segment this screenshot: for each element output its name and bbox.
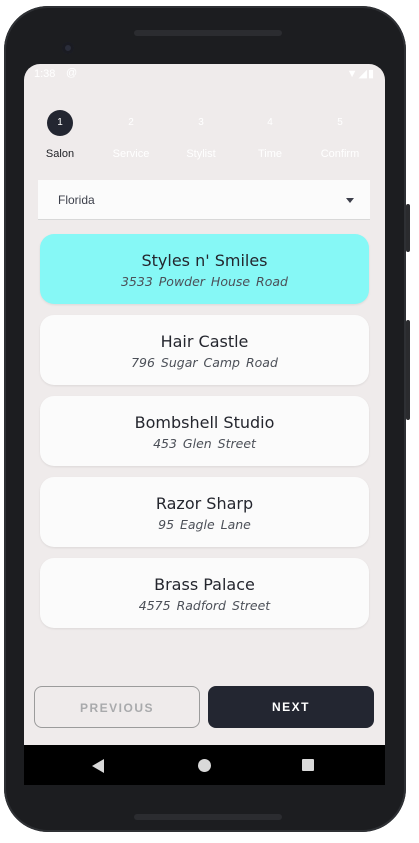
at-sign-icon: @ [66, 67, 78, 79]
salon-card[interactable]: Brass Palace 4575 Radford Street [40, 558, 369, 628]
back-triangle-icon[interactable] [92, 759, 104, 773]
step-label: Confirm [320, 148, 360, 160]
step-number: 4 [267, 117, 273, 128]
salon-card-selected[interactable]: Styles n' Smiles 3533 Powder House Road [40, 234, 369, 304]
salon-name: Brass Palace [154, 575, 255, 594]
step-label: Time [257, 148, 283, 160]
step-service[interactable]: 2 Service [96, 110, 166, 160]
salon-card[interactable]: Bombshell Studio 453 Glen Street [40, 396, 369, 466]
earpiece-speaker [134, 30, 282, 36]
app-screen: 1:38 @ ▼◢▮ 1 Salon 2 Service 3 Stylist 4… [24, 64, 385, 785]
step-confirm[interactable]: 5 Confirm [305, 110, 375, 160]
step-number: 2 [128, 117, 134, 128]
bottom-speaker [134, 814, 282, 820]
salon-name: Razor Sharp [155, 494, 254, 513]
system-navigation-bar [24, 745, 385, 785]
booking-stepper: 1 Salon 2 Service 3 Stylist 4 Time 5 Con… [24, 110, 385, 170]
location-select-value: Florida [58, 193, 95, 207]
step-label: Stylist [186, 148, 216, 160]
next-button[interactable]: NEXT [208, 686, 374, 728]
salon-address: 95 Eagle Lane [158, 517, 251, 532]
salon-name: Bombshell Studio [134, 413, 275, 432]
home-circle-icon[interactable] [198, 759, 211, 772]
salon-address: 3533 Powder House Road [120, 274, 288, 289]
recents-square-icon[interactable] [302, 759, 314, 771]
step-number: 5 [337, 117, 343, 128]
step-number: 1 [47, 110, 73, 136]
step-salon[interactable]: 1 Salon [25, 110, 95, 160]
step-label: Salon [45, 148, 75, 160]
front-camera-icon [62, 42, 74, 54]
status-icons: ▼◢▮ [346, 68, 375, 80]
step-number: 3 [198, 117, 204, 128]
salon-name: Styles n' Smiles [141, 251, 268, 270]
volume-button [406, 204, 410, 252]
salon-name: Hair Castle [160, 332, 249, 351]
step-label: Service [112, 148, 150, 160]
status-bar: 1:38 @ ▼◢▮ [24, 64, 385, 86]
salon-card[interactable]: Razor Sharp 95 Eagle Lane [40, 477, 369, 547]
step-stylist[interactable]: 3 Stylist [166, 110, 236, 160]
salon-card[interactable]: Hair Castle 796 Sugar Camp Road [40, 315, 369, 385]
salon-address: 4575 Radford Street [138, 598, 271, 613]
previous-button[interactable]: PREVIOUS [34, 686, 200, 728]
step-time[interactable]: 4 Time [235, 110, 305, 160]
chevron-down-icon [346, 198, 354, 203]
status-time: 1:38 [34, 68, 56, 80]
location-select[interactable]: Florida [38, 180, 370, 220]
salon-address: 453 Glen Street [153, 436, 256, 451]
salon-address: 796 Sugar Camp Road [131, 355, 278, 370]
power-button [406, 320, 410, 420]
